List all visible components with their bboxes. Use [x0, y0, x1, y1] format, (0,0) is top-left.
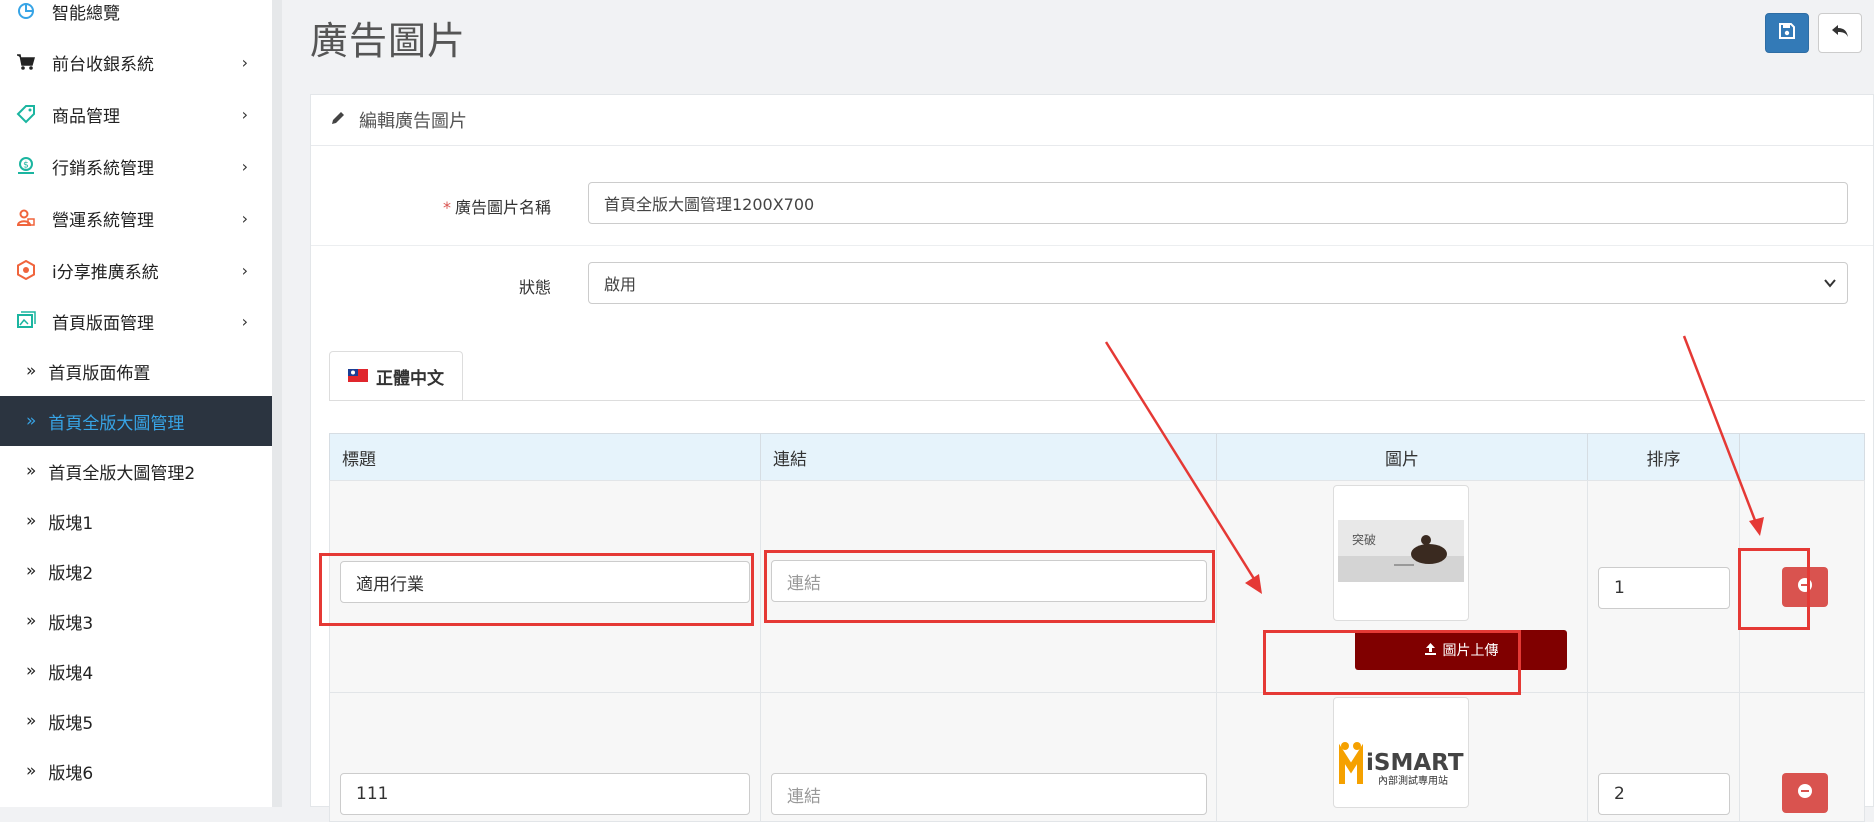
annotation-arrow — [1682, 335, 1758, 524]
annotation-arrow — [1104, 341, 1258, 583]
arrow-head — [1749, 517, 1764, 536]
annotation-arrows — [1104, 335, 1764, 594]
